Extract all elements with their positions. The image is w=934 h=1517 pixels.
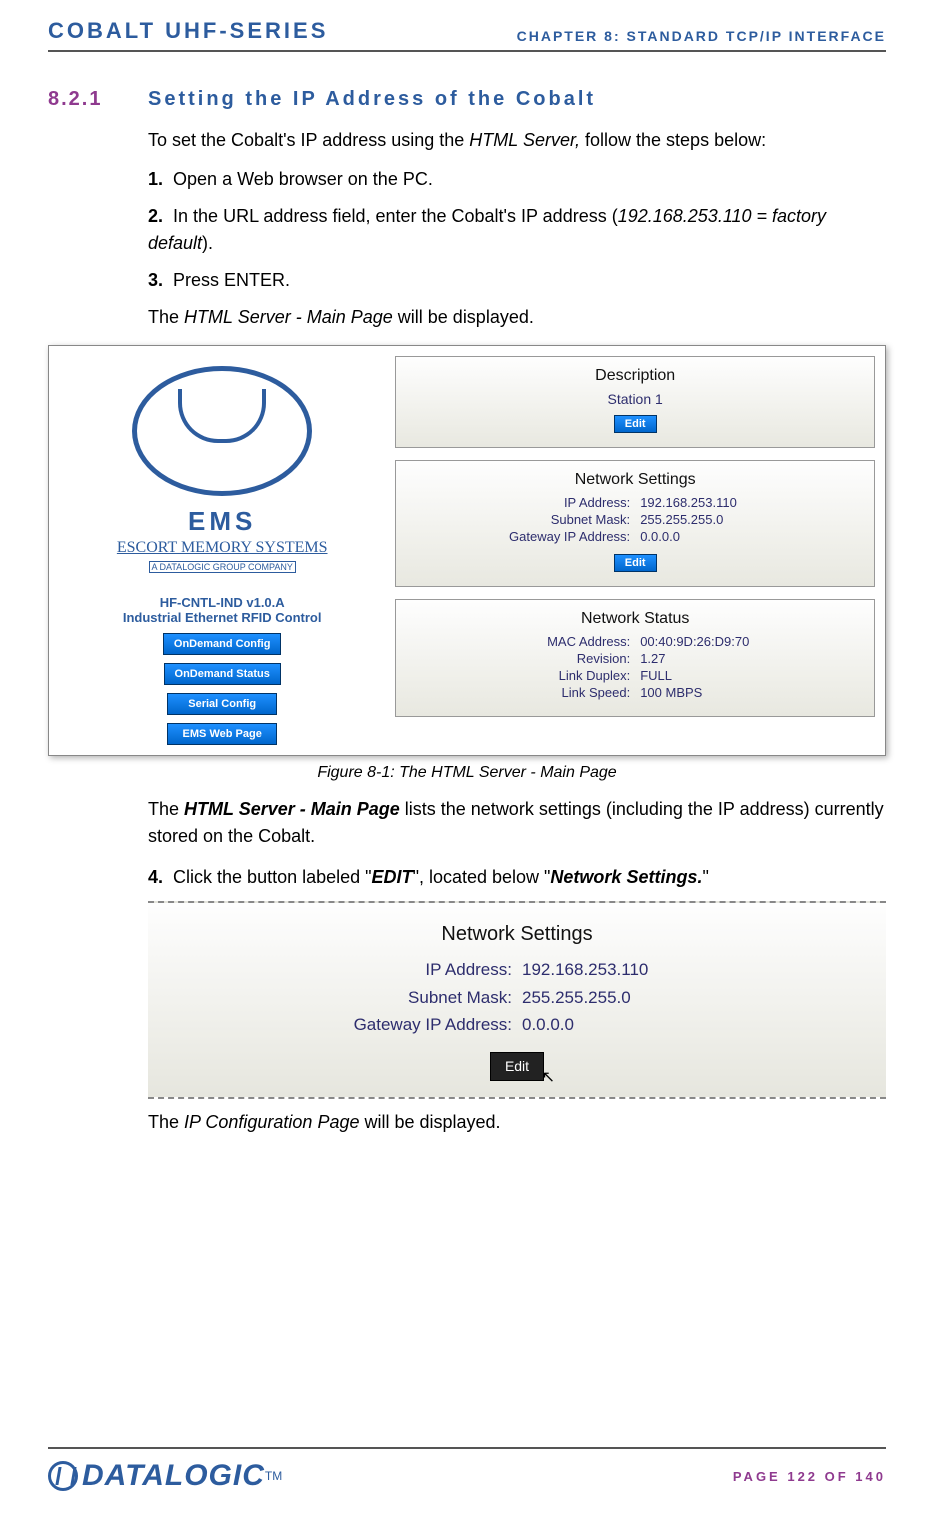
description-title: Description	[396, 367, 874, 385]
mac-label: MAC Address:	[480, 634, 630, 649]
fig2-gateway-value: 0.0.0.0	[522, 1012, 722, 1038]
fig2-subnet-label: Subnet Mask:	[312, 985, 512, 1011]
speed-label: Link Speed:	[480, 685, 630, 700]
duplex-value: FULL	[640, 668, 790, 683]
mac-value: 00:40:9D:26:D9:70	[640, 634, 790, 649]
ctrl-version: HF-CNTL-IND v1.0.A	[59, 595, 385, 610]
display-text: The	[148, 307, 184, 327]
step-bold: Network Settings.	[550, 867, 702, 887]
network-status-panel: Network Status MAC Address: 00:40:9D:26:D…	[395, 599, 875, 717]
duplex-label: Link Duplex:	[480, 668, 630, 683]
step-num: 1.	[148, 169, 163, 189]
ems-logo-sub2: A DATALOGIC GROUP COMPANY	[149, 561, 296, 573]
step-text: Press ENTER.	[173, 270, 290, 290]
fig2-ip-value: 192.168.253.110	[522, 957, 722, 983]
ip-label: IP Address:	[480, 495, 630, 510]
step-num: 2.	[148, 206, 163, 226]
ems-logo-sub: ESCORT MEMORY SYSTEMS	[59, 539, 385, 557]
figure-network-settings: Network Settings IP Address: 192.168.253.…	[148, 901, 886, 1099]
display2-text: will be displayed.	[359, 1112, 500, 1132]
step-text: ", located below "	[413, 867, 551, 887]
cursor-icon: ↖	[542, 1066, 555, 1090]
edit-network-button[interactable]: Edit	[614, 554, 657, 572]
header-rule	[48, 50, 886, 52]
description-value: Station 1	[396, 391, 874, 407]
trademark: TM	[265, 1469, 282, 1483]
step-num: 4.	[148, 867, 163, 887]
step-text: ).	[202, 233, 213, 253]
figure-main-page: EMS ESCORT MEMORY SYSTEMS A DATALOGIC GR…	[48, 345, 886, 756]
para2-bold: HTML Server - Main Page	[184, 799, 400, 819]
gateway-label: Gateway IP Address:	[480, 529, 630, 544]
step-text: Open a Web browser on the PC.	[173, 169, 433, 189]
fig2-gateway-label: Gateway IP Address:	[312, 1012, 512, 1038]
fig2-title: Network Settings	[148, 919, 886, 949]
edit-description-button[interactable]: Edit	[614, 415, 657, 433]
datalogic-logo-text: DATALOGIC	[82, 1459, 265, 1493]
intro-italic: HTML Server,	[469, 130, 580, 150]
para2-text: The	[148, 799, 184, 819]
step-text: "	[702, 867, 708, 887]
network-settings-title: Network Settings	[396, 471, 874, 489]
network-status-title: Network Status	[396, 610, 874, 628]
datalogic-logo: DATALOGICTM	[48, 1459, 282, 1493]
description-panel: Description Station 1 Edit	[395, 356, 875, 448]
display2-text: The	[148, 1112, 184, 1132]
ondemand-status-button[interactable]: OnDemand Status	[164, 663, 281, 685]
section-title: Setting the IP Address of the Cobalt	[148, 88, 596, 111]
ems-logo-icon	[132, 366, 312, 496]
ip-value: 192.168.253.110	[640, 495, 790, 510]
step-num: 3.	[148, 270, 163, 290]
network-settings-panel: Network Settings IP Address: 192.168.253.…	[395, 460, 875, 587]
step-bold: EDIT	[372, 867, 413, 887]
intro-text-end: follow the steps below:	[580, 130, 766, 150]
display2-italic: IP Configuration Page	[184, 1112, 359, 1132]
header-product: COBALT UHF-SERIES	[48, 18, 328, 44]
subnet-label: Subnet Mask:	[480, 512, 630, 527]
datalogic-logo-icon	[48, 1461, 78, 1491]
footer-rule	[48, 1447, 886, 1449]
intro-text: To set the Cobalt's IP address using the	[148, 130, 469, 150]
gateway-value: 0.0.0.0	[640, 529, 790, 544]
ondemand-config-button[interactable]: OnDemand Config	[163, 633, 282, 655]
step-text: Click the button labeled "	[173, 867, 372, 887]
revision-value: 1.27	[640, 651, 790, 666]
step-text: In the URL address field, enter the Coba…	[173, 206, 618, 226]
ctrl-desc: Industrial Ethernet RFID Control	[59, 610, 385, 625]
subnet-value: 255.255.255.0	[640, 512, 790, 527]
header-chapter: CHAPTER 8: STANDARD TCP/IP INTERFACE	[517, 28, 886, 44]
page-number: PAGE 122 OF 140	[733, 1469, 886, 1484]
display-text: will be displayed.	[393, 307, 534, 327]
revision-label: Revision:	[480, 651, 630, 666]
speed-value: 100 MBPS	[640, 685, 790, 700]
fig2-edit-button[interactable]: Edit↖	[490, 1052, 544, 1081]
fig2-ip-label: IP Address:	[312, 957, 512, 983]
figure-caption: Figure 8-1: The HTML Server - Main Page	[48, 764, 886, 782]
ems-logo-text: EMS	[59, 506, 385, 537]
serial-config-button[interactable]: Serial Config	[167, 693, 277, 715]
section-number: 8.2.1	[48, 88, 148, 111]
ems-web-page-button[interactable]: EMS Web Page	[167, 723, 277, 745]
fig2-subnet-value: 255.255.255.0	[522, 985, 722, 1011]
display-italic: HTML Server - Main Page	[184, 307, 393, 327]
